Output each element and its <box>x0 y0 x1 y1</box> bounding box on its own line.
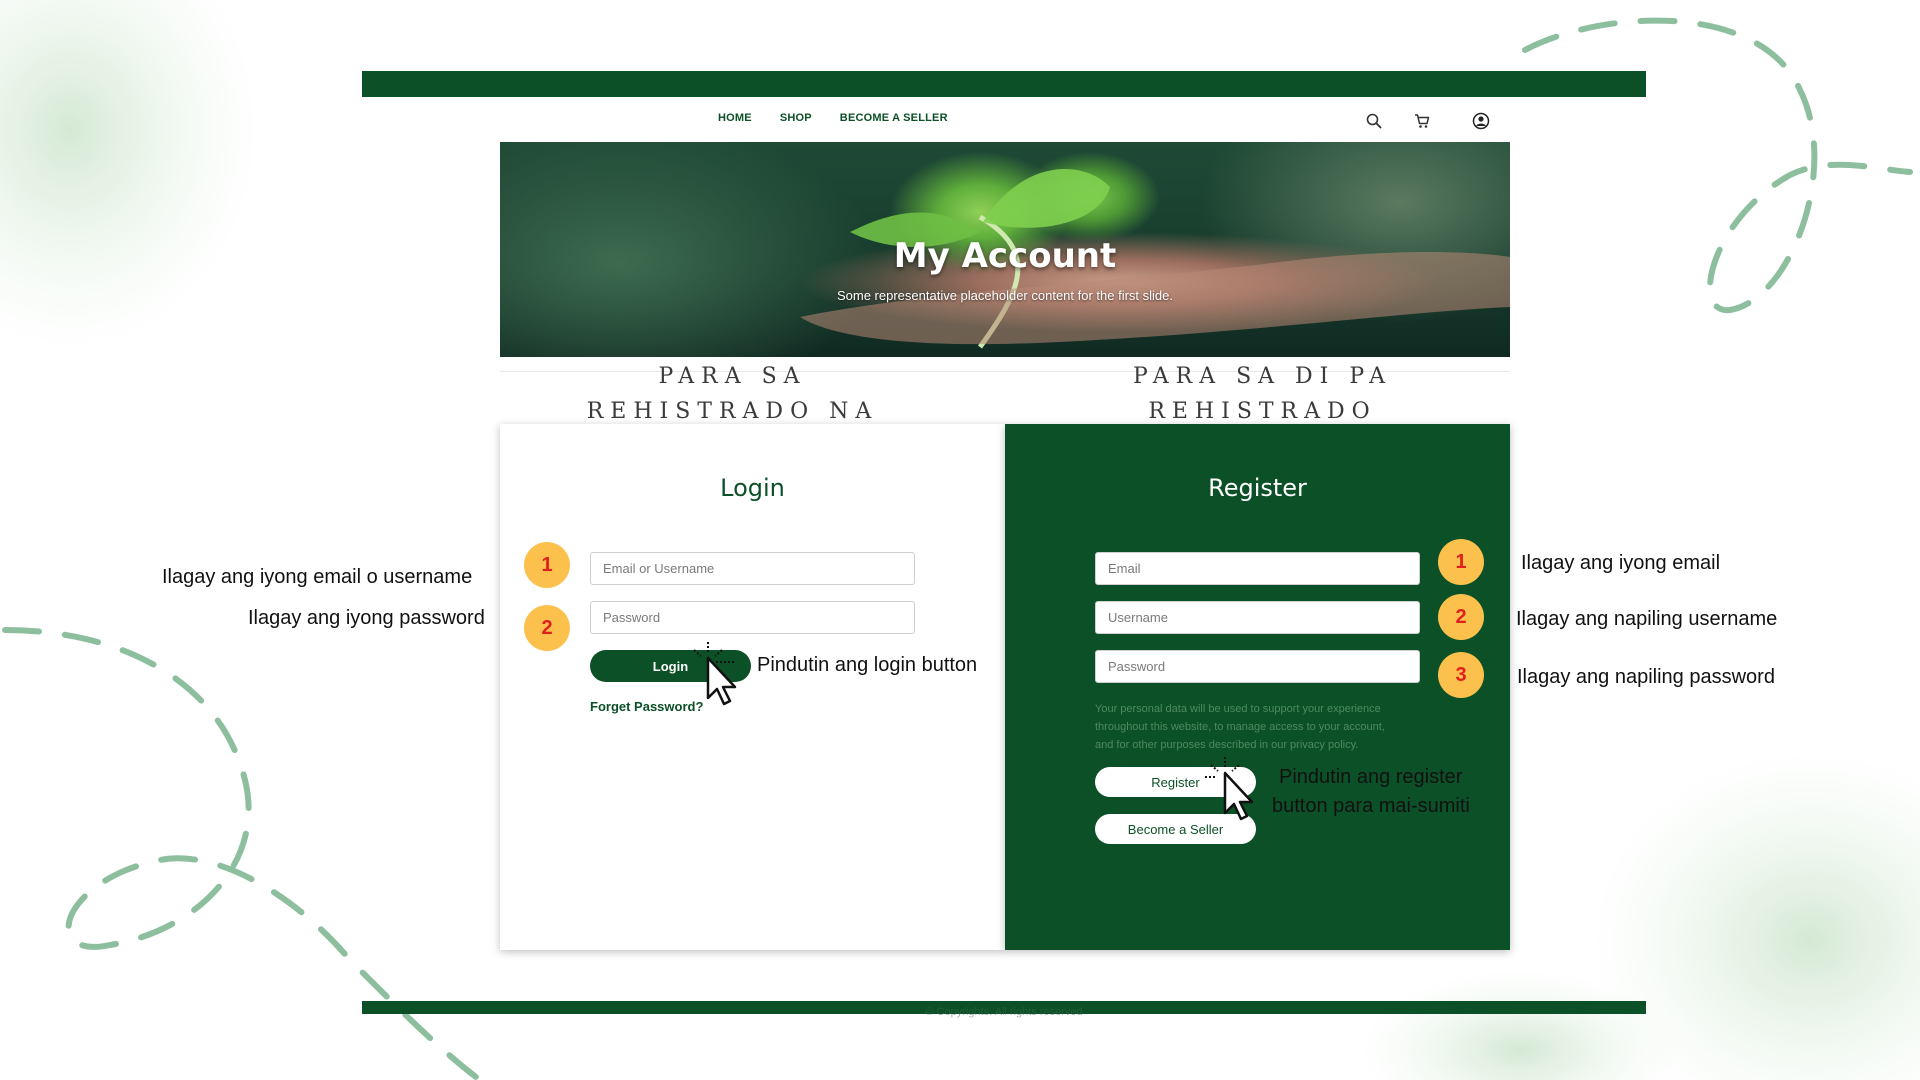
note-register-button: Pindutin ang register button para mai-su… <box>1272 763 1470 821</box>
register-title: Register <box>1208 474 1307 502</box>
header-band <box>362 71 1646 97</box>
login-password-input[interactable] <box>590 601 915 634</box>
login-panel: Login Login Forget Password? <box>500 424 1005 950</box>
privacy-line: and for other purposes described in our … <box>1095 739 1359 751</box>
note-register-email: Ilagay ang iyong email <box>1521 552 1721 574</box>
register-step-badge-3: 3 <box>1438 652 1484 698</box>
note-login-button: Pindutin ang login button <box>757 654 978 676</box>
heading-not-registered: PARA SA DI PA REHISTRADO <box>1090 359 1435 429</box>
nav-become-seller[interactable]: BECOME A SELLER <box>840 112 948 124</box>
login-step-badge-2: 2 <box>524 605 570 651</box>
note-login-email: Ilagay ang iyong email o username <box>162 566 473 588</box>
nav-shop[interactable]: SHOP <box>780 112 812 124</box>
search-icon[interactable] <box>1365 112 1383 130</box>
register-username-input[interactable] <box>1095 601 1420 634</box>
note-register-button-line1: Pindutin ang register <box>1279 766 1463 788</box>
click-cursor-icon <box>693 642 737 706</box>
cart-icon[interactable] <box>1413 112 1431 130</box>
register-step-badge-1: 1 <box>1438 539 1484 585</box>
register-step-badge-2: 2 <box>1438 594 1484 640</box>
nav-home[interactable]: HOME <box>718 112 752 124</box>
privacy-line: throughout this website, to manage acces… <box>1095 721 1385 733</box>
heading-registered-line1: PARA SA <box>658 364 807 389</box>
note-register-password: Ilagay ang napiling password <box>1517 666 1775 688</box>
login-step-badge-1: 1 <box>524 542 570 588</box>
note-login-password: Ilagay ang iyong password <box>248 607 485 629</box>
forget-password-link[interactable]: Forget Password? <box>590 699 703 714</box>
hero-title: My Account <box>893 236 1117 276</box>
heading-not-registered-line1: PARA SA DI PA <box>1132 364 1393 389</box>
note-register-username: Ilagay ang napiling username <box>1516 608 1778 630</box>
register-panel: Register Your personal data will be used… <box>1005 424 1510 950</box>
main-nav: HOME SHOP BECOME A SELLER <box>718 112 948 124</box>
register-email-input[interactable] <box>1095 552 1420 585</box>
footer-copyright: © Copyrights. All rights reserved <box>925 1006 1083 1018</box>
note-register-button-line2: button para mai-sumiti <box>1272 795 1470 817</box>
privacy-line: Your personal data will be used to suppo… <box>1095 703 1381 715</box>
click-cursor-icon <box>1205 757 1254 821</box>
heading-registered: PARA SA REHISTRADO NA <box>560 359 905 429</box>
login-title: Login <box>720 474 785 502</box>
account-icon[interactable] <box>1472 112 1490 130</box>
register-password-input[interactable] <box>1095 650 1420 683</box>
login-email-input[interactable] <box>590 552 915 585</box>
privacy-notice: Your personal data will be used to suppo… <box>1095 700 1420 754</box>
hero-subtitle: Some representative placeholder content … <box>836 288 1173 303</box>
hero-banner: My Account Some representative placehold… <box>500 142 1510 357</box>
